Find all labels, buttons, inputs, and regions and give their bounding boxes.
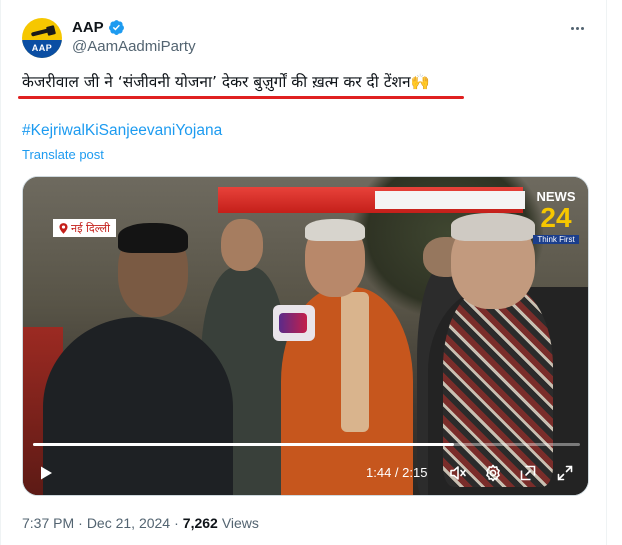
microphone-logo (279, 313, 307, 333)
play-icon[interactable] (35, 462, 57, 484)
post-time[interactable]: 7:37 PM (22, 515, 74, 531)
video-person-head (221, 219, 263, 271)
views-count: 7,262 (182, 515, 218, 531)
volume-icon[interactable] (447, 462, 469, 484)
location-tag: नई दिल्ली (53, 219, 116, 237)
video-person-hair (305, 219, 365, 241)
post-date[interactable]: Dec 21, 2024 (87, 515, 170, 531)
more-options-icon[interactable] (565, 16, 589, 40)
post-meta: 7:37 PM · Dec 21, 2024 · 7,262 Views (22, 515, 259, 531)
channel-logo-tagline: Think First (533, 235, 579, 244)
video-time-display: 1:44 / 2:15 (366, 465, 428, 480)
video-reporter (43, 317, 233, 495)
location-tag-label: नई दिल्ली (71, 221, 110, 235)
author-handle[interactable]: @AamAadmiParty (72, 38, 196, 55)
broom-logo-head (46, 25, 56, 36)
fullscreen-icon[interactable] (554, 462, 576, 484)
channel-logo: NEWS 24 Think First (533, 189, 579, 249)
hashtag-link[interactable]: #KejriwalKiSanjeevaniYojana (22, 122, 222, 140)
avatar-logo-text: AAP (31, 43, 53, 53)
meta-separator: · (78, 515, 83, 531)
verified-badge-icon[interactable] (108, 19, 125, 36)
views-label: Views (221, 515, 259, 531)
meta-separator: · (174, 515, 179, 531)
video-progress-fill (33, 443, 454, 446)
dock-icon[interactable] (517, 462, 539, 484)
timeline-border-right (606, 0, 607, 545)
avatar[interactable]: AAP (22, 18, 62, 58)
author-name-row: AAP (72, 17, 125, 37)
news-ticker-stripe (375, 191, 525, 209)
channel-logo-number: 24 (540, 202, 572, 233)
translate-post-link[interactable]: Translate post (22, 147, 104, 162)
location-pin-icon (59, 222, 68, 234)
video-player[interactable]: नई दिल्ली NEWS 24 Think First 1:44 / 2:1… (22, 176, 589, 496)
highlight-underline (18, 96, 464, 99)
timeline-border-left (0, 0, 1, 545)
settings-gear-icon[interactable] (482, 462, 504, 484)
author-display-name[interactable]: AAP (72, 19, 104, 36)
video-person-hair (451, 213, 535, 241)
video-reporter-hair (118, 223, 188, 253)
video-person-scarf (443, 287, 553, 487)
video-person-scarf (341, 292, 369, 432)
tweet-text: केजरीवाल जी ने ‘संजीवनी योजना’ देकर बुज़… (22, 73, 430, 91)
